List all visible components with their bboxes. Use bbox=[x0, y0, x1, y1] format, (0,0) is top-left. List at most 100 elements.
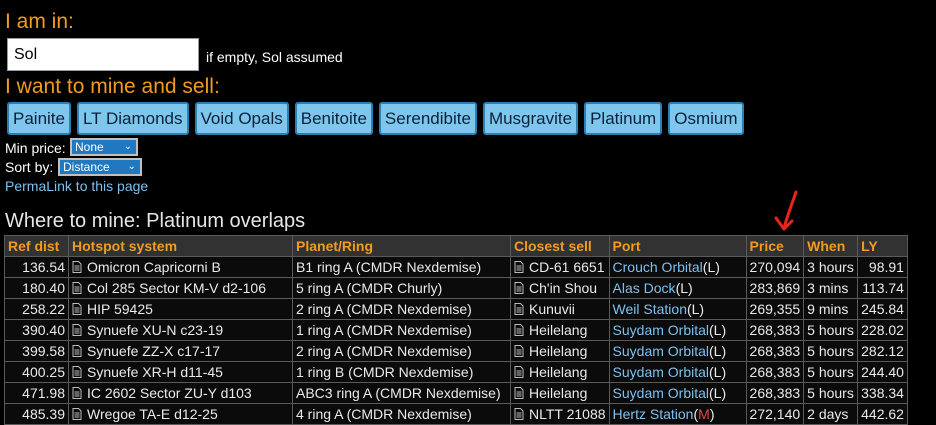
column-header-ref-dist[interactable]: Ref dist bbox=[4, 235, 69, 257]
document-icon[interactable] bbox=[514, 261, 524, 273]
ref-dist-cell: 400.25 bbox=[4, 361, 69, 383]
results-table: Ref dist Hotspot system Planet/Ring Clos… bbox=[4, 235, 908, 425]
document-icon[interactable] bbox=[72, 345, 82, 357]
pad-size: (L) bbox=[675, 280, 693, 296]
ref-dist-cell: 485.39 bbox=[4, 403, 69, 425]
column-header-closest-sell[interactable]: Closest sell bbox=[510, 235, 610, 257]
port-link[interactable]: Suydam Orbital bbox=[613, 364, 709, 380]
document-icon[interactable] bbox=[72, 303, 82, 315]
table-row: 258.22 HIP 59425 2 ring A (CMDR Nexdemis… bbox=[4, 298, 908, 320]
ring-cell: 1 ring A (CMDR Nexdemise) bbox=[292, 319, 511, 341]
ref-dist-cell: 258.22 bbox=[4, 298, 69, 320]
document-icon[interactable] bbox=[514, 366, 524, 378]
document-icon[interactable] bbox=[72, 366, 82, 378]
mineral-button-osmium[interactable]: Osmium bbox=[668, 102, 744, 135]
pad-size: (L) bbox=[686, 301, 705, 317]
table-row: 136.54 Omicron Capricorni B B1 ring A (C… bbox=[4, 256, 908, 278]
document-icon[interactable] bbox=[514, 345, 524, 357]
min-price-value: None bbox=[75, 140, 104, 154]
document-icon[interactable] bbox=[514, 387, 524, 399]
document-icon[interactable] bbox=[72, 387, 82, 399]
system-hint: if empty, Sol assumed bbox=[206, 49, 343, 65]
port-link[interactable]: Crouch Orbital bbox=[613, 259, 703, 275]
port-cell: Suydam Orbital(L) bbox=[608, 361, 747, 383]
ring-cell: ABC3 ring A (CMDR Nexdemise) bbox=[292, 382, 511, 404]
port-link[interactable]: Hertz Station bbox=[613, 406, 694, 422]
column-header-ly[interactable]: LY bbox=[857, 235, 908, 257]
hotspot-cell: Wregoe TA-E d12-25 bbox=[68, 403, 293, 425]
port-link[interactable]: Suydam Orbital bbox=[613, 343, 709, 359]
system-input[interactable] bbox=[7, 38, 199, 71]
closest-sell-cell: Heilelang bbox=[510, 319, 610, 341]
document-icon[interactable] bbox=[514, 282, 524, 294]
ring-cell: 4 ring A (CMDR Nexdemise) bbox=[292, 403, 511, 425]
hotspot-cell: Synuefe ZZ-X c17-17 bbox=[68, 340, 293, 362]
table-row: 400.25 Synuefe XR-H d11-45 1 ring B (CMD… bbox=[4, 361, 908, 383]
sell-system-name: Heilelang bbox=[529, 385, 588, 401]
port-link[interactable]: Suydam Orbital bbox=[613, 385, 709, 401]
permalink[interactable]: PermaLink to this page bbox=[5, 178, 148, 194]
hotspot-system-name: Omicron Capricorni B bbox=[87, 259, 221, 275]
ly-cell: 113.74 bbox=[857, 277, 908, 299]
column-header-port[interactable]: Port bbox=[608, 235, 747, 257]
sort-by-select[interactable]: Distance ⌄ bbox=[58, 158, 142, 176]
column-header-price[interactable]: Price bbox=[745, 235, 805, 257]
column-header-hotspot[interactable]: Hotspot system bbox=[68, 235, 293, 257]
document-icon[interactable] bbox=[514, 303, 524, 315]
mineral-button-platinum[interactable]: Platinum bbox=[584, 102, 663, 135]
document-icon[interactable] bbox=[72, 408, 82, 420]
document-icon[interactable] bbox=[72, 324, 82, 336]
port-link[interactable]: Suydam Orbital bbox=[613, 322, 709, 338]
document-icon[interactable] bbox=[72, 282, 82, 294]
mineral-button-serendibite[interactable]: Serendibite bbox=[378, 102, 477, 135]
document-icon[interactable] bbox=[514, 408, 524, 420]
mineral-button-musgravite[interactable]: Musgravite bbox=[482, 102, 579, 135]
mineral-button-void-opals[interactable]: Void Opals bbox=[194, 102, 289, 135]
port-cell: Suydam Orbital(L) bbox=[608, 382, 747, 404]
sell-system-name: Kunuvii bbox=[529, 301, 575, 317]
when-cell: 5 hours bbox=[803, 319, 859, 341]
price-cell: 283,869 bbox=[745, 277, 805, 299]
document-icon[interactable] bbox=[514, 324, 524, 336]
port-cell: Suydam Orbital(L) bbox=[608, 340, 747, 362]
hotspot-cell: Col 285 Sector KM-V d2-106 bbox=[68, 277, 293, 299]
min-price-select[interactable]: None ⌄ bbox=[70, 138, 138, 156]
ly-cell: 338.34 bbox=[857, 382, 908, 404]
port-cell: Weil Station(L) bbox=[608, 298, 747, 320]
ly-cell: 228.02 bbox=[857, 319, 908, 341]
port-link[interactable]: Alas Dock bbox=[613, 280, 676, 296]
sell-system-name: Heilelang bbox=[529, 364, 588, 380]
pad-size: (L) bbox=[702, 259, 720, 275]
sell-system-name: Ch'in Shou bbox=[529, 280, 598, 296]
mineral-button-benitoite[interactable]: Benitoite bbox=[294, 102, 373, 135]
hotspot-system-name: Synuefe XU-N c23-19 bbox=[87, 322, 224, 338]
mineral-button-painite[interactable]: Painite bbox=[7, 102, 71, 135]
hotspot-cell: Synuefe XU-N c23-19 bbox=[68, 319, 293, 341]
when-cell: 3 hours bbox=[803, 256, 859, 278]
document-icon[interactable] bbox=[72, 261, 82, 273]
table-header-row: Ref dist Hotspot system Planet/Ring Clos… bbox=[4, 235, 908, 257]
table-row: 485.39 Wregoe TA-E d12-25 4 ring A (CMDR… bbox=[4, 403, 908, 425]
price-cell: 268,383 bbox=[745, 319, 805, 341]
column-header-when[interactable]: When bbox=[803, 235, 859, 257]
price-cell: 268,383 bbox=[745, 382, 805, 404]
ring-cell: 5 ring A (CMDR Churly) bbox=[292, 277, 511, 299]
price-cell: 272,140 bbox=[745, 403, 805, 425]
port-cell: Alas Dock(L) bbox=[608, 277, 747, 299]
column-header-planet-ring[interactable]: Planet/Ring bbox=[292, 235, 511, 257]
chevron-down-icon: ⌄ bbox=[123, 141, 132, 152]
when-cell: 5 hours bbox=[803, 361, 859, 383]
hotspot-system-name: HIP 59425 bbox=[87, 301, 153, 317]
port-link[interactable]: Weil Station bbox=[613, 301, 687, 317]
ly-cell: 245.84 bbox=[857, 298, 908, 320]
pad-size: (L) bbox=[709, 322, 727, 338]
mineral-button-lt-diamonds[interactable]: LT Diamonds bbox=[76, 102, 189, 135]
pad-size: (L) bbox=[709, 343, 727, 359]
sort-by-value: Distance bbox=[63, 160, 110, 174]
hotspot-system-name: Col 285 Sector KM-V d2-106 bbox=[87, 280, 266, 296]
min-price-label: Min price: bbox=[5, 140, 66, 156]
sell-system-name: CD-61 6651 bbox=[529, 259, 605, 275]
ring-cell: 1 ring B (CMDR Nexdemise) bbox=[292, 361, 511, 383]
closest-sell-cell: Kunuvii bbox=[510, 298, 610, 320]
ring-cell: 2 ring A (CMDR Nexdemise) bbox=[292, 340, 511, 362]
